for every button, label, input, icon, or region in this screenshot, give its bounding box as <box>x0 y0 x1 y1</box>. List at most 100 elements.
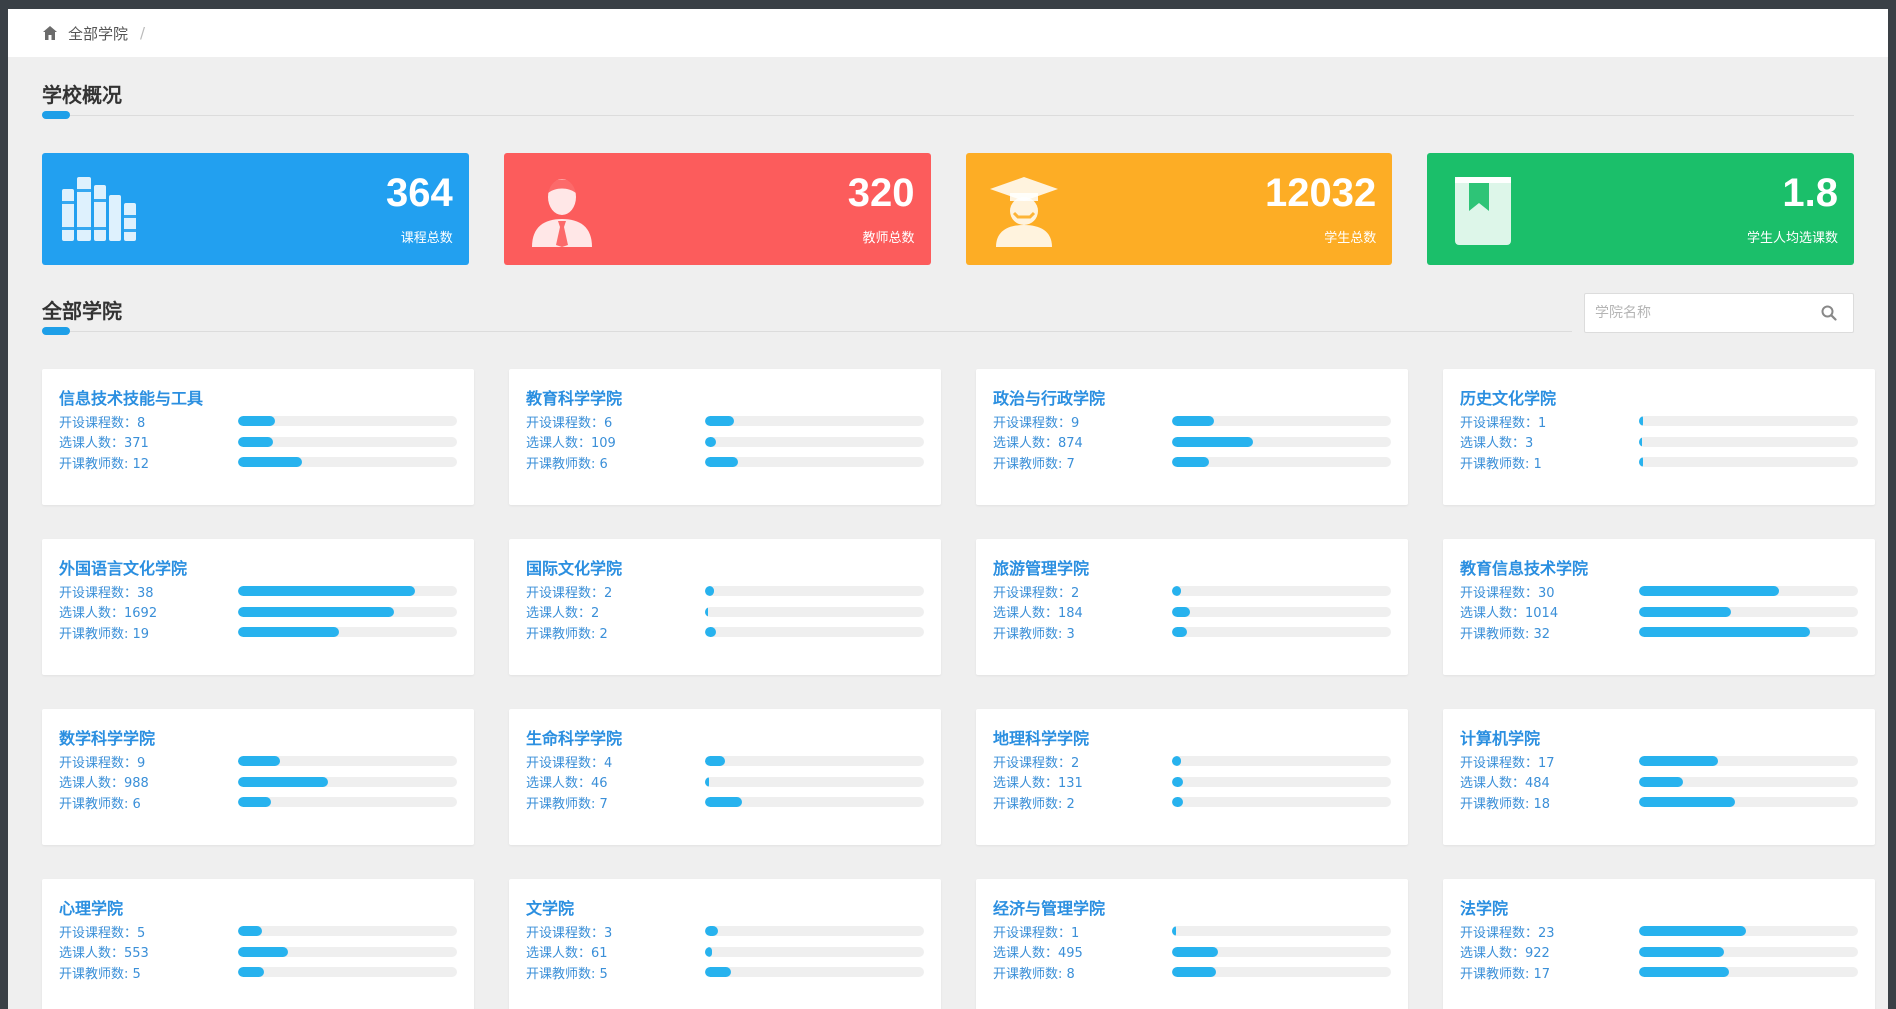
student-count-progress-bar <box>238 606 457 617</box>
metric-row-student-count: 选课人数：46 <box>526 772 924 793</box>
college-search-input[interactable] <box>1585 305 1815 321</box>
course-count-progress-bar <box>238 756 457 767</box>
teacher-count-label: 开课教师数: 7 <box>526 796 608 812</box>
metric-row-student-count: 选课人数：1014 <box>1460 602 1858 623</box>
metric-row-course-count: 开设课程数：2 <box>993 751 1391 772</box>
student-count-progress-fill <box>705 436 717 447</box>
college-card[interactable]: 旅游管理学院 开设课程数：2 选课人数：184 开课教师数: 3 <box>976 539 1408 675</box>
teacher-count-progress-fill <box>238 627 339 638</box>
student-count-label: 选课人数：922 <box>1460 946 1550 962</box>
student-count-progress-fill <box>238 436 274 447</box>
metric-row-teacher-count: 开课教师数: 6 <box>526 452 924 473</box>
course-count-label: 开设课程数：4 <box>526 755 613 771</box>
teacher-count-progress-fill <box>238 457 302 468</box>
college-name-link[interactable]: 地理科学学院 <box>993 725 1391 751</box>
stat-label: 课程总数 <box>400 231 453 246</box>
college-name-link[interactable]: 政治与行政学院 <box>993 385 1391 411</box>
college-name-link[interactable]: 计算机学院 <box>1460 725 1858 751</box>
student-count-label: 选课人数：874 <box>993 436 1083 452</box>
teacher-count-label: 开课教师数: 8 <box>993 966 1075 982</box>
college-card[interactable]: 心理学院 开设课程数：5 选课人数：553 开课教师数: 5 <box>42 879 474 1009</box>
metric-row-course-count: 开设课程数：17 <box>1460 751 1858 772</box>
college-name-link[interactable]: 心理学院 <box>59 895 457 921</box>
search-icon[interactable] <box>1821 305 1837 321</box>
college-card[interactable]: 历史文化学院 开设课程数：1 选课人数：3 开课教师数: 1 <box>1443 369 1875 505</box>
teacher-count-label: 开课教师数: 5 <box>526 966 608 982</box>
metric-row-course-count: 开设课程数：5 <box>59 921 457 942</box>
metric-row-course-count: 开设课程数：30 <box>1460 581 1858 602</box>
metric-row-teacher-count: 开课教师数: 2 <box>993 792 1391 813</box>
teacher-count-progress-fill <box>1172 627 1188 638</box>
college-card[interactable]: 法学院 开设课程数：23 选课人数：922 开课教师数: 17 <box>1443 879 1875 1009</box>
teacher-count-progress-fill <box>238 967 265 978</box>
college-name-link[interactable]: 信息技术技能与工具 <box>59 385 457 411</box>
college-card[interactable]: 生命科学学院开设课程数：4 选课人数：46 开课教师数: 7 <box>509 709 941 845</box>
course-count-label: 开设课程数：9 <box>993 415 1080 431</box>
college-name-link[interactable]: 文学院 <box>526 895 924 921</box>
teacher-count-progress-bar <box>238 457 457 468</box>
college-card[interactable]: 文学院 开设课程数：3 选课人数：61 开课教师数: 5 <box>509 879 941 1009</box>
metric-row-course-count: 开设课程数：2 <box>526 581 924 602</box>
metric-row-teacher-count: 开课教师数: 8 <box>993 962 1391 983</box>
college-name-link[interactable]: 数学科学学院 <box>59 725 457 751</box>
course-count-label: 开设课程数：2 <box>526 585 613 601</box>
college-name-link[interactable]: 国际文化学院 <box>526 555 924 581</box>
student-count-progress-fill <box>1639 436 1643 447</box>
college-card[interactable]: 外国语言文化学院 开设课程数：38 选课人数：1692 开课教师数: 19 <box>42 539 474 675</box>
teacher-count-progress-bar <box>238 967 457 978</box>
course-count-label: 开设课程数：38 <box>59 585 154 601</box>
college-card[interactable]: 教育信息技术学院 开设课程数：30 选课人数：1014 开课教师数: 32 <box>1443 539 1875 675</box>
college-card[interactable]: 经济与管理学院 开设课程数：1 选课人数：495 开课教师数: 8 <box>976 879 1408 1009</box>
college-card[interactable]: 计算机学院 开设课程数：17 选课人数：484 开课教师数: 18 <box>1443 709 1875 845</box>
student-count-progress-bar <box>1639 776 1858 787</box>
course-count-label: 开设课程数：3 <box>526 925 613 941</box>
breadcrumb-item-all-colleges[interactable]: 全部学院 <box>68 23 128 44</box>
college-card[interactable]: 国际文化学院 开设课程数：2 选课人数：2 开课教师数: 2 <box>509 539 941 675</box>
course-count-progress-bar <box>705 586 924 597</box>
college-card[interactable]: 地理科学学院 开设课程数：2 选课人数：131 开课教师数: 2 <box>976 709 1408 845</box>
student-count-progress-bar <box>238 946 457 957</box>
student-count-label: 选课人数：988 <box>59 776 149 792</box>
student-count-progress-bar <box>1172 946 1391 957</box>
college-card[interactable]: 数学科学学院 开设课程数：9 选课人数：988 开课教师数: 6 <box>42 709 474 845</box>
student-count-progress-bar <box>1639 606 1858 617</box>
course-count-label: 开设课程数：17 <box>1460 755 1555 771</box>
course-count-progress-bar <box>705 926 924 937</box>
course-count-label: 开设课程数：6 <box>526 415 613 431</box>
student-count-label: 选课人数：3 <box>1460 436 1534 452</box>
student-count-label: 选课人数：1014 <box>1460 606 1559 622</box>
college-card[interactable]: 政治与行政学院 开设课程数：9 选课人数：874 开课教师数: 7 <box>976 369 1408 505</box>
college-name-link[interactable]: 教育信息技术学院 <box>1460 555 1858 581</box>
teacher-count-label: 开课教师数: 18 <box>1460 796 1551 812</box>
college-name-link[interactable]: 法学院 <box>1460 895 1858 921</box>
course-count-progress-fill <box>705 586 714 597</box>
student-count-progress-fill <box>705 606 709 617</box>
college-name-link[interactable]: 教育科学学院 <box>526 385 924 411</box>
course-count-progress-bar <box>238 416 457 427</box>
home-icon[interactable] <box>42 25 58 41</box>
college-card[interactable]: 教育科学学院 开设课程数：6 选课人数：109 开课教师数: 6 <box>509 369 941 505</box>
stat-label: 学生人均选课数 <box>1746 231 1838 246</box>
college-name-link[interactable]: 生命科学学院 <box>526 725 924 751</box>
metric-row-teacher-count: 开课教师数: 5 <box>59 962 457 983</box>
college-search-box[interactable] <box>1584 293 1854 333</box>
college-name-link[interactable]: 历史文化学院 <box>1460 385 1858 411</box>
teacher-count-progress-bar <box>1172 457 1391 468</box>
teacher-count-progress-bar <box>705 797 924 808</box>
metric-row-student-count: 选课人数：874 <box>993 432 1391 453</box>
college-name-link[interactable]: 外国语言文化学院 <box>59 555 457 581</box>
metric-row-teacher-count: 开课教师数: 5 <box>526 962 924 983</box>
metric-row-course-count: 开设课程数：8 <box>59 411 457 432</box>
graduate-icon <box>989 177 1058 247</box>
college-grid: 信息技术技能与工具 开设课程数：8 选课人数：371 开课教师数: 12 教育科学学院开… <box>42 369 1875 1009</box>
teacher-count-progress-bar <box>1639 797 1858 808</box>
metric-row-teacher-count: 开课教师数: 1 <box>1460 452 1858 473</box>
student-count-progress-bar <box>705 606 924 617</box>
stat-card-teachers: 320 教师总数 <box>503 153 931 265</box>
college-name-link[interactable]: 旅游管理学院 <box>993 555 1391 581</box>
college-name-link[interactable]: 经济与管理学院 <box>993 895 1391 921</box>
course-count-progress-bar <box>1172 416 1391 427</box>
course-count-progress-fill <box>238 926 263 937</box>
student-count-progress-fill <box>1639 606 1732 617</box>
college-card[interactable]: 信息技术技能与工具 开设课程数：8 选课人数：371 开课教师数: 12 <box>42 369 474 505</box>
